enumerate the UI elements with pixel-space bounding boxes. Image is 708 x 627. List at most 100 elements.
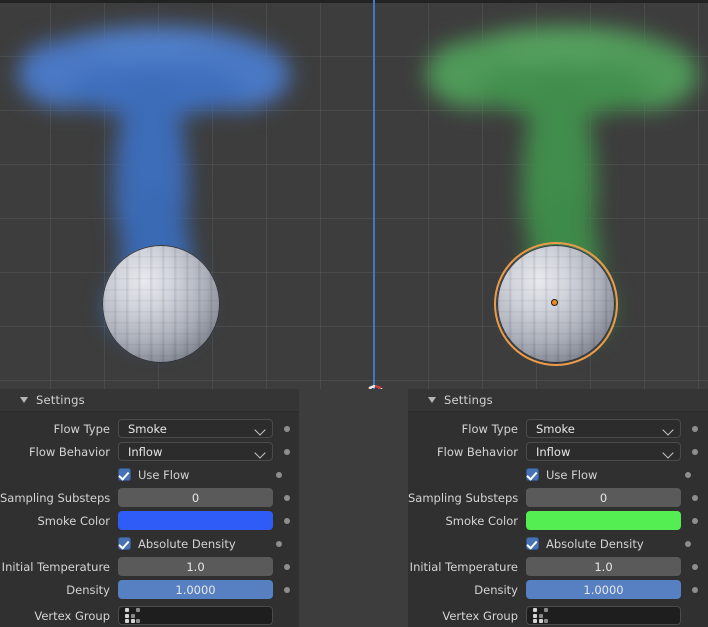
field-row-sampling-substeps: Sampling Substeps 0	[408, 488, 708, 507]
checkbox-absolute-density[interactable]	[118, 537, 131, 550]
field-row-vertex-group: Vertex Group	[408, 606, 708, 625]
field-row-initial-temperature: Initial Temperature 1.0	[408, 557, 708, 576]
panel-body-left: Flow Type Smoke Flow Behavior Inflow Use…	[0, 412, 299, 625]
label-absolute-density: Absolute Density	[138, 536, 236, 551]
number-sampling-substeps[interactable]: 0	[118, 488, 273, 507]
sphere-object-left[interactable]	[102, 245, 220, 363]
label-smoke-color: Smoke Color	[37, 513, 110, 528]
dropdown-flow-type-value: Smoke	[128, 421, 167, 436]
slider-density[interactable]: 1.0000	[118, 580, 273, 599]
properties-panel-left: Settings Flow Type Smoke Flow Behavior I…	[0, 389, 299, 627]
slider-density-value: 1.0000	[175, 582, 216, 597]
axis-line-z	[373, 0, 375, 389]
dropdown-flow-type[interactable]: Smoke	[526, 419, 681, 438]
label-absolute-density: Absolute Density	[546, 536, 644, 551]
blender-window: Settings Flow Type Smoke Flow Behavior I…	[0, 0, 708, 627]
dropdown-flow-behavior[interactable]: Inflow	[118, 442, 273, 461]
animate-decorator-dot[interactable]	[284, 586, 290, 593]
label-sampling-substeps: Sampling Substeps	[408, 490, 519, 505]
field-row-flow-type: Flow Type Smoke	[408, 419, 708, 438]
panel-body-right: Flow Type Smoke Flow Behavior Inflow Use…	[408, 412, 708, 625]
checkbox-absolute-density[interactable]	[526, 537, 539, 550]
animate-decorator-dot[interactable]	[692, 494, 698, 501]
field-row-flow-behavior: Flow Behavior Inflow	[0, 442, 299, 461]
animate-decorator-dot[interactable]	[692, 425, 698, 432]
chevron-down-icon	[662, 424, 674, 436]
label-initial-temperature: Initial Temperature	[1, 559, 110, 574]
panel-title: Settings	[444, 393, 493, 407]
label-use-flow: Use Flow	[546, 467, 598, 482]
field-row-sampling-substeps: Sampling Substeps 0	[0, 488, 299, 507]
field-row-smoke-color: Smoke Color	[408, 511, 708, 530]
animate-decorator-dot[interactable]	[685, 471, 691, 478]
label-flow-behavior: Flow Behavior	[29, 444, 110, 459]
animate-decorator-dot[interactable]	[284, 563, 290, 570]
label-flow-type: Flow Type	[461, 421, 518, 436]
properties-area: Settings Flow Type Smoke Flow Behavior I…	[0, 389, 708, 627]
animate-decorator-dot[interactable]	[685, 540, 691, 547]
animate-decorator-dot[interactable]	[692, 586, 698, 593]
field-row-vertex-group: Vertex Group	[0, 606, 299, 625]
field-row-initial-temperature: Initial Temperature 1.0	[0, 557, 299, 576]
animate-decorator-dot[interactable]	[692, 517, 698, 524]
checkbox-use-flow[interactable]	[526, 468, 539, 481]
input-vertex-group[interactable]	[526, 606, 681, 625]
panel-header-left[interactable]: Settings	[0, 389, 299, 412]
field-row-absolute-density: Absolute Density	[408, 534, 708, 553]
color-swatch-smoke-color[interactable]	[118, 511, 273, 530]
input-vertex-group[interactable]	[118, 606, 273, 625]
number-sampling-substeps-value: 0	[599, 490, 608, 505]
label-density: Density	[66, 582, 110, 597]
checkbox-use-flow[interactable]	[118, 468, 131, 481]
field-row-absolute-density: Absolute Density	[0, 534, 299, 553]
number-initial-temperature-value: 1.0	[186, 559, 205, 574]
object-origin-dot[interactable]	[551, 299, 558, 306]
3d-viewport[interactable]	[0, 0, 708, 389]
animate-decorator-dot[interactable]	[284, 425, 290, 432]
viewport-top-border	[0, 0, 708, 3]
dropdown-flow-type-value: Smoke	[536, 421, 575, 436]
animate-decorator-dot[interactable]	[284, 494, 290, 501]
panel-header-right[interactable]: Settings	[408, 389, 708, 412]
label-vertex-group: Vertex Group	[34, 608, 110, 623]
field-row-flow-type: Flow Type Smoke	[0, 419, 299, 438]
field-row-density: Density 1.0000	[408, 580, 708, 599]
label-vertex-group: Vertex Group	[442, 608, 518, 623]
slider-density-value: 1.0000	[583, 582, 624, 597]
chevron-down-icon	[662, 447, 674, 459]
animate-decorator-dot[interactable]	[692, 448, 698, 455]
label-smoke-color: Smoke Color	[445, 513, 518, 528]
animate-decorator-dot[interactable]	[276, 540, 282, 547]
vertex-group-icon	[125, 608, 140, 623]
field-row-use-flow: Use Flow	[0, 465, 299, 484]
animate-decorator-dot[interactable]	[284, 517, 290, 524]
triangle-down-icon[interactable]	[20, 397, 28, 403]
number-initial-temperature-value: 1.0	[594, 559, 613, 574]
triangle-down-icon[interactable]	[428, 397, 436, 403]
field-row-smoke-color: Smoke Color	[0, 511, 299, 530]
viewport-gap-middle	[299, 389, 408, 627]
number-initial-temperature[interactable]: 1.0	[118, 557, 273, 576]
label-flow-type: Flow Type	[53, 421, 110, 436]
dropdown-flow-behavior[interactable]: Inflow	[526, 442, 681, 461]
field-row-density: Density 1.0000	[0, 580, 299, 599]
label-use-flow: Use Flow	[138, 467, 190, 482]
label-flow-behavior: Flow Behavior	[437, 444, 518, 459]
properties-panel-right: Settings Flow Type Smoke Flow Behavior I…	[408, 389, 708, 627]
animate-decorator-dot[interactable]	[276, 471, 282, 478]
dropdown-flow-behavior-value: Inflow	[128, 444, 163, 459]
dropdown-flow-type[interactable]: Smoke	[118, 419, 273, 438]
animate-decorator-dot[interactable]	[692, 563, 698, 570]
number-initial-temperature[interactable]: 1.0	[526, 557, 681, 576]
label-density: Density	[474, 582, 518, 597]
animate-decorator-dot[interactable]	[284, 448, 290, 455]
chevron-down-icon	[254, 424, 266, 436]
label-initial-temperature: Initial Temperature	[409, 559, 518, 574]
slider-density[interactable]: 1.0000	[526, 580, 681, 599]
sphere-rim	[102, 245, 220, 363]
vertex-group-icon	[533, 608, 548, 623]
field-row-flow-behavior: Flow Behavior Inflow	[408, 442, 708, 461]
number-sampling-substeps[interactable]: 0	[526, 488, 681, 507]
color-swatch-smoke-color[interactable]	[526, 511, 681, 530]
panel-title: Settings	[36, 393, 85, 407]
